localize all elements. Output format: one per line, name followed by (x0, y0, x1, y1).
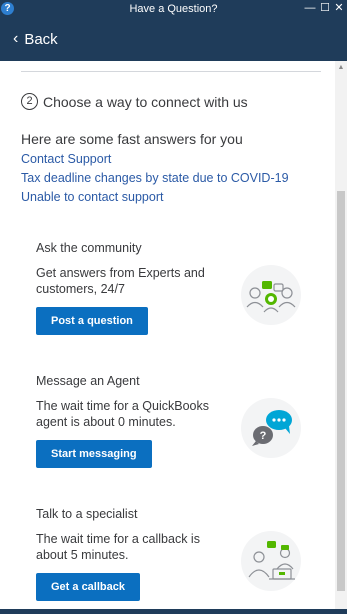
chevron-left-icon: ‹ (13, 30, 19, 47)
divider (21, 71, 321, 72)
option-title: Talk to a specialist (36, 507, 138, 521)
step-heading: 2 Choose a way to connect with us (21, 93, 248, 110)
option-title: Ask the community (36, 241, 142, 255)
option-community: Ask the community Get answers from Exper… (36, 241, 326, 335)
option-description: The wait time for a QuickBooks agent is … (36, 399, 209, 429)
option-description: Get answers from Experts and customers, … (36, 266, 205, 296)
link-tax-deadline-changes[interactable]: Tax deadline changes by state due to COV… (21, 171, 289, 185)
option-message-agent: Message an Agent The wait time for a Qui… (36, 374, 326, 468)
vertical-scrollbar[interactable]: ▲ (335, 61, 347, 609)
link-unable-to-contact[interactable]: Unable to contact support (21, 190, 163, 204)
option-callback: Talk to a specialist The wait time for a… (36, 507, 326, 601)
get-callback-button[interactable]: Get a callback (36, 573, 140, 601)
callback-icon (241, 531, 301, 591)
chat-icon: ? (241, 398, 301, 458)
step-number-badge: 2 (21, 93, 38, 110)
maximize-button[interactable]: ☐ (318, 1, 332, 15)
step-text: Choose a way to connect with us (43, 93, 248, 110)
option-description: The wait time for a callback is about 5 … (36, 532, 200, 562)
scroll-up-arrow-icon[interactable]: ▲ (337, 64, 345, 72)
minimize-button[interactable]: — (303, 1, 317, 15)
bottom-edge (0, 609, 347, 614)
link-contact-support[interactable]: Contact Support (21, 152, 111, 166)
option-title: Message an Agent (36, 374, 140, 388)
nav-bar: ‹ Back (0, 18, 347, 61)
content-panel: 2 Choose a way to connect with us Here a… (0, 61, 335, 609)
start-messaging-button[interactable]: Start messaging (36, 440, 152, 468)
back-label: Back (24, 30, 58, 48)
back-button[interactable]: ‹ Back (13, 30, 58, 48)
scrollbar-thumb[interactable] (337, 191, 345, 591)
close-button[interactable]: ✕ (332, 1, 346, 15)
post-question-button[interactable]: Post a question (36, 307, 148, 335)
window-title: Have a Question? (129, 3, 218, 15)
title-bar: ? Have a Question? — ☐ ✕ (0, 0, 347, 18)
svg-text:?: ? (260, 430, 267, 442)
community-icon (241, 265, 301, 325)
fast-answers-title: Here are some fast answers for you (21, 131, 243, 147)
